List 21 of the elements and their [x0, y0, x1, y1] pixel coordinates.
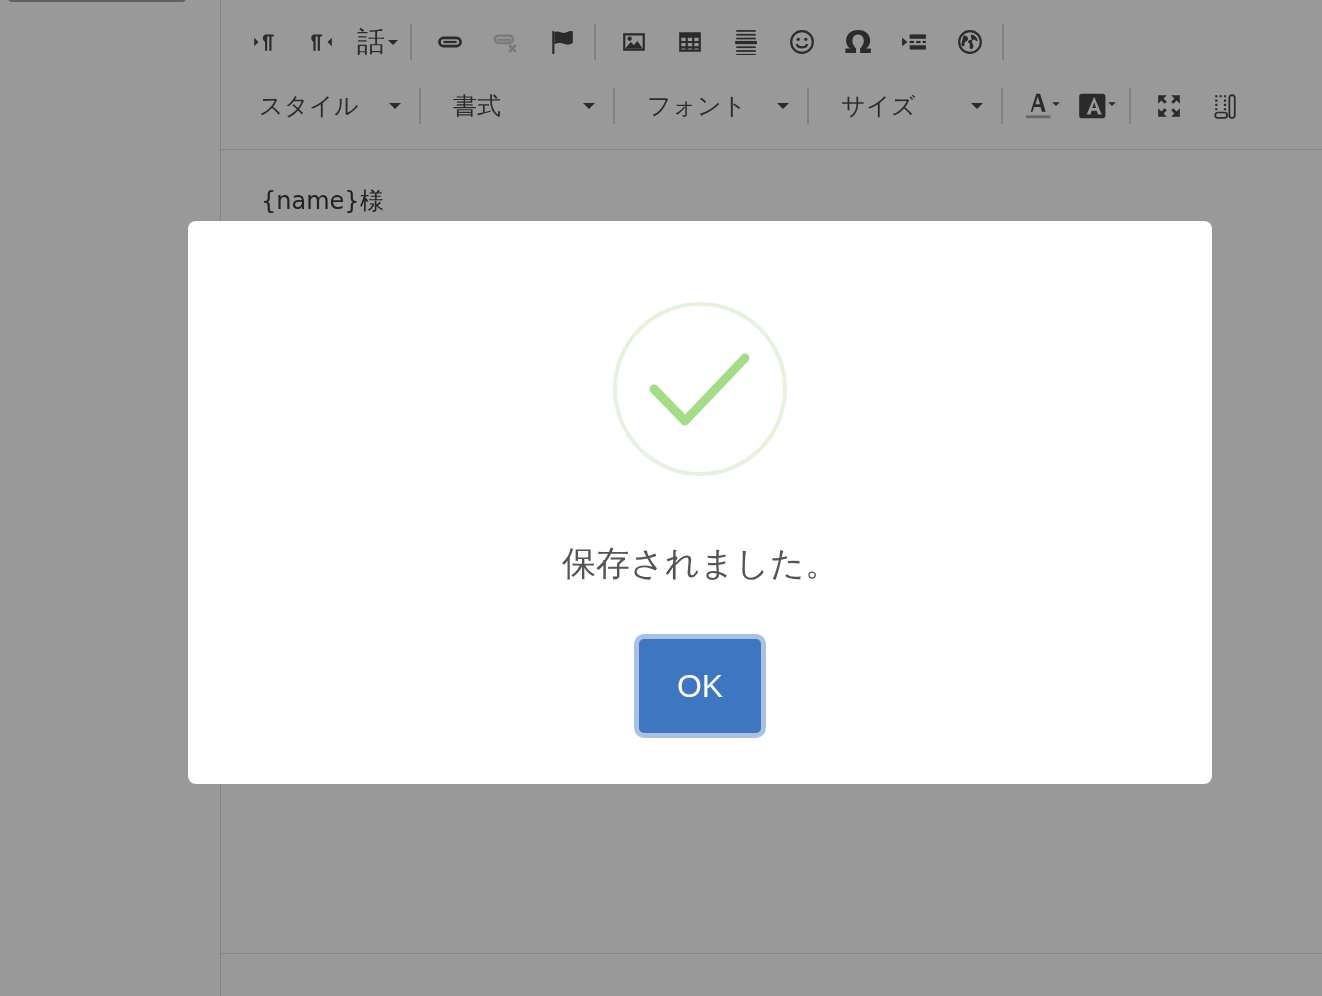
caret-icon [389, 103, 401, 109]
success-check-icon [612, 301, 788, 477]
caret-icon [583, 103, 595, 109]
dropdown[interactable]: サイズ [827, 86, 987, 126]
blocks-icon [1212, 93, 1238, 119]
horizontal-rule-icon [733, 29, 759, 55]
dialog-message: 保存されました。 [561, 542, 839, 585]
dropdown[interactable]: スタイル [245, 86, 405, 126]
dropdown[interactable]: フォント [633, 86, 793, 126]
flag-icon [549, 29, 575, 55]
dropdown[interactable]: 書式 [439, 86, 599, 126]
caret-icon [971, 103, 983, 109]
maximize-icon [1156, 93, 1182, 119]
language-button[interactable]: 話 [357, 22, 398, 62]
caret-icon [388, 39, 398, 45]
caret-icon [777, 103, 789, 109]
smiley-icon [789, 29, 815, 55]
special-character-button[interactable]: Ω [838, 22, 878, 62]
background-color-icon [1077, 91, 1117, 121]
table-icon [677, 29, 703, 55]
editor-text: {name}様 [261, 187, 384, 215]
